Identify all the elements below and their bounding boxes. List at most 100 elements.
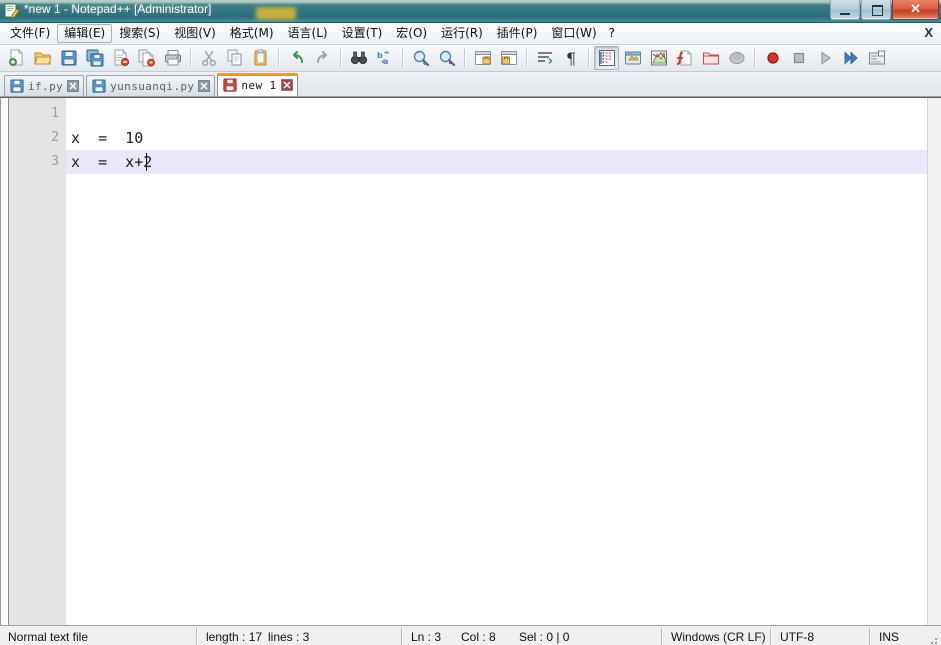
toolbar-monitoring-button[interactable]	[724, 46, 749, 70]
toolbar-zoom-out-button[interactable]	[434, 46, 459, 70]
floppy-red-icon	[223, 78, 237, 92]
close-icon: ✕	[910, 1, 921, 16]
line-number: 1	[51, 106, 59, 121]
close-all-icon	[138, 49, 156, 67]
toolbar-save-button[interactable]	[56, 46, 81, 70]
status-eol: Windows (CR LF)	[671, 630, 766, 644]
menu-plugins[interactable]: 插件(P)	[490, 24, 545, 43]
code-line[interactable]	[66, 102, 941, 126]
toolbar-print-button[interactable]	[160, 46, 185, 70]
redo-arrow-icon	[314, 49, 332, 67]
tab-new-1[interactable]: new 1	[217, 73, 298, 96]
toolbar-paste-clipboard-button[interactable]	[248, 46, 273, 70]
toolbar-copy-button[interactable]	[222, 46, 247, 70]
minimize-button[interactable]	[830, 0, 860, 20]
status-encoding: UTF-8	[780, 630, 814, 644]
status-insert-mode: INS	[879, 630, 900, 644]
title-bar[interactable]: *new 1 - Notepad++ [Administrator] ✕	[0, 0, 941, 23]
menu-language[interactable]: 语言(L)	[281, 24, 335, 43]
tab-bar: if.py yunsuanqi.py new 1	[0, 72, 941, 97]
toolbar-zoom-in-button[interactable]	[408, 46, 433, 70]
toolbar-open-folder-button[interactable]	[30, 46, 55, 70]
code-text-area[interactable]: x = 10 x = x+2	[66, 98, 941, 625]
toolbar-cut-scissors-button[interactable]	[196, 46, 221, 70]
toolbar-macro-stop-button[interactable]	[786, 46, 811, 70]
pilcrow-icon: ¶	[562, 49, 580, 67]
tab-close-icon[interactable]	[280, 79, 293, 91]
print-icon	[164, 49, 182, 67]
toolbar-user-defined-dialog-button[interactable]	[620, 46, 645, 70]
user-defined-dialog-icon	[624, 49, 642, 67]
undo-arrow-icon	[288, 49, 306, 67]
toolbar-indent-guide-button[interactable]	[594, 46, 619, 70]
tab-if-py[interactable]: if.py	[4, 75, 85, 96]
toolbar-sync-horizontal-button[interactable]	[496, 46, 521, 70]
floppy-blue-icon	[92, 79, 106, 93]
toolbar-sync-vertical-button[interactable]	[470, 46, 495, 70]
menu-run[interactable]: 运行(R)	[434, 24, 490, 43]
toolbar-document-map-button[interactable]	[646, 46, 671, 70]
tab-close-icon[interactable]	[67, 80, 79, 92]
menu-search[interactable]: 搜索(S)	[112, 24, 167, 43]
paste-clipboard-icon	[252, 49, 270, 67]
code-line[interactable]: x = x+2	[66, 150, 941, 174]
new-file-icon	[8, 49, 26, 67]
replace-icon: ba	[376, 49, 394, 67]
code-line[interactable]: x = 10	[66, 126, 941, 150]
tab-label: new 1	[241, 78, 277, 92]
close-document-button[interactable]: X	[924, 25, 933, 40]
tab-label: yunsuanqi.py	[110, 79, 195, 93]
resize-grip-icon[interactable]	[927, 634, 939, 645]
menu-format[interactable]: 格式(M)	[223, 24, 281, 43]
zoom-in-icon	[412, 49, 430, 67]
toolbar-separator	[278, 49, 280, 67]
document-map-icon	[650, 49, 668, 67]
status-col: Col : 8	[461, 630, 496, 644]
close-button[interactable]: ✕	[892, 0, 939, 20]
window-controls: ✕	[829, 0, 939, 20]
toolbar-save-all-button[interactable]	[82, 46, 107, 70]
editor-area[interactable]: 1 2 3 x = 10 x = x+2	[0, 97, 941, 625]
menu-help[interactable]: ?	[604, 24, 620, 43]
notepadpp-window: *new 1 - Notepad++ [Administrator] ✕ 文件(…	[0, 0, 941, 645]
toolbar-undo-arrow-button[interactable]	[284, 46, 309, 70]
toolbar-macro-record-button[interactable]	[760, 46, 785, 70]
menu-bar: 文件(F) 编辑(E) 搜索(S) 视图(V) 格式(M) 语言(L) 设置(T) 宏(O) 运…	[0, 23, 941, 45]
toolbar-separator	[340, 49, 342, 67]
toolbar-macro-play-button[interactable]	[812, 46, 837, 70]
function-list-icon	[676, 49, 694, 67]
menu-window[interactable]: 窗口(W)	[544, 24, 603, 43]
title-bar-artifact	[256, 7, 296, 20]
code-line-text: x = 10	[71, 129, 144, 147]
menu-file[interactable]: 文件(F)	[3, 24, 57, 43]
tab-close-icon[interactable]	[198, 80, 211, 92]
toolbar-redo-arrow-button[interactable]	[310, 46, 335, 70]
toolbar-replace-button[interactable]: ba	[372, 46, 397, 70]
toolbar-find-binoculars-button[interactable]	[346, 46, 371, 70]
toolbar-macro-run-multi-button[interactable]	[838, 46, 863, 70]
menu-settings[interactable]: 设置(T)	[335, 24, 390, 43]
toolbar-separator	[190, 49, 192, 67]
menu-edit[interactable]: 编辑(E)	[57, 24, 113, 43]
maximize-button[interactable]	[861, 0, 891, 20]
find-binoculars-icon	[350, 49, 368, 67]
vertical-scrollbar[interactable]	[927, 98, 941, 625]
toolbar-close-file-button[interactable]	[108, 46, 133, 70]
text-caret	[146, 153, 147, 171]
copy-icon	[226, 49, 244, 67]
toolbar-close-all-button[interactable]	[134, 46, 159, 70]
toolbar-function-list-button[interactable]	[672, 46, 697, 70]
toolbar-macro-save-button[interactable]	[864, 46, 889, 70]
toolbar-word-wrap-button[interactable]	[532, 46, 557, 70]
toolbar-new-file-button[interactable]	[4, 46, 29, 70]
menu-view[interactable]: 视图(V)	[167, 24, 223, 43]
menu-macro[interactable]: 宏(O)	[389, 24, 434, 43]
toolbar-folder-workspace-button[interactable]	[698, 46, 723, 70]
tab-yunsuanqi-py[interactable]: yunsuanqi.py	[86, 75, 216, 96]
toolbar-separator	[464, 49, 466, 67]
word-wrap-icon	[536, 49, 554, 67]
toolbar-pilcrow-button[interactable]: ¶	[558, 46, 583, 70]
svg-text:¶: ¶	[566, 49, 576, 67]
save-all-icon	[86, 49, 104, 67]
editor-left-margin	[1, 98, 9, 625]
